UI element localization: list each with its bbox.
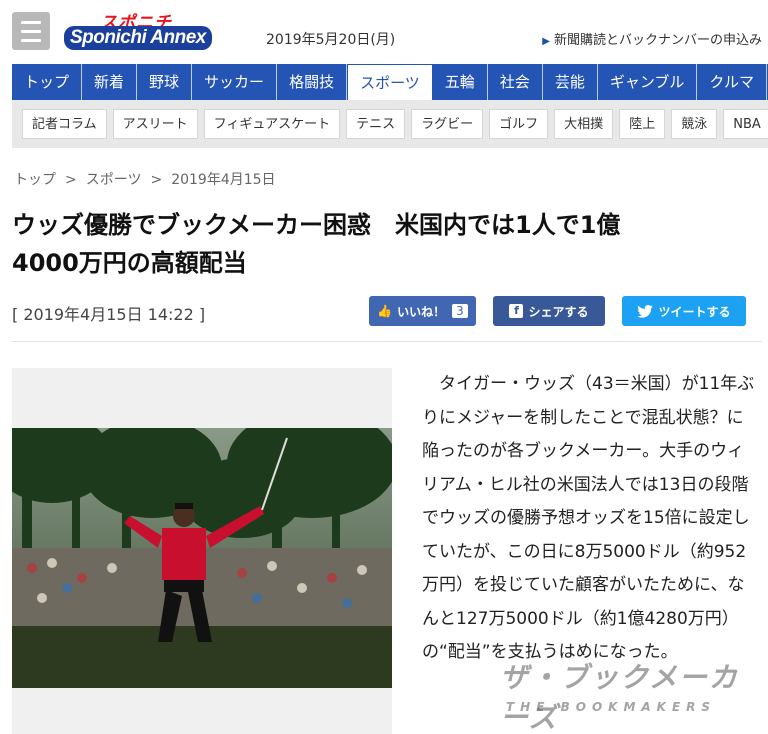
site-header: スポニチ Sponichi Annex 2019年5月20日(月) ▶ 新聞購読と…: [0, 0, 768, 64]
tweet-button[interactable]: ツイートする: [622, 296, 746, 326]
nav-item[interactable]: スポーツ: [347, 64, 433, 100]
subscribe-link[interactable]: ▶ 新聞購読とバックナンバーの申込み: [542, 29, 762, 48]
article-body: タイガー・ウッズ（43＝米国）が11年ぶりにメジャーを制したことで混乱状態？に陥…: [422, 374, 755, 662]
subnav-chip[interactable]: 記者コラム: [22, 109, 107, 139]
facebook-icon: f: [509, 304, 524, 318]
subnav-chip[interactable]: 大相撲: [554, 109, 614, 139]
subnav-chip[interactable]: フィギュアスケート: [203, 109, 341, 139]
nav-item[interactable]: 芸能: [543, 64, 598, 100]
breadcrumb: トップ > スポーツ >2019年4月15日: [14, 169, 276, 189]
nav-item[interactable]: 五輪: [433, 64, 488, 100]
breadcrumb-top[interactable]: トップ: [14, 172, 56, 188]
nav-item[interactable]: トップ: [12, 64, 83, 100]
breadcrumb-sep: >: [65, 172, 77, 188]
breadcrumb-sep: >: [150, 172, 163, 188]
tweet-label: ツイートする: [658, 304, 731, 319]
page-title: ウッズ優勝でブックメーカー困惑 米国内では1人で1億 4000万円の高額配当: [12, 206, 752, 282]
title-line-1: ウッズ優勝でブックメーカー困惑 米国内では1人で1億: [12, 211, 621, 239]
nav-item[interactable]: サッカー: [192, 64, 278, 100]
subnav-chip[interactable]: アスリート: [112, 109, 198, 139]
logo-wordmark: Sponichi Annex: [64, 26, 212, 50]
facebook-share-button[interactable]: f シェアする: [493, 296, 605, 326]
breadcrumb-date: 2019年4月15日: [171, 172, 276, 188]
golfer-celebration-image: [12, 428, 392, 688]
subnav-chip[interactable]: テニス: [346, 109, 406, 139]
subnav-chip[interactable]: NBA: [723, 109, 768, 139]
subnav-chip[interactable]: 競泳: [671, 109, 718, 139]
nav-item[interactable]: 格闘技: [277, 64, 348, 100]
site-logo[interactable]: スポニチ Sponichi Annex: [64, 8, 254, 56]
watermark-en: THE BOOKMAKERS: [506, 700, 717, 714]
nav-item[interactable]: 野球: [137, 64, 193, 100]
triangle-right-icon: ▶: [542, 36, 550, 47]
subnav-chip[interactable]: ゴルフ: [489, 109, 549, 139]
divider: [12, 341, 762, 342]
breadcrumb-sports[interactable]: スポーツ: [86, 172, 142, 188]
like-count: 3: [452, 304, 468, 318]
nav-item[interactable]: 社会: [488, 64, 543, 100]
article-photo[interactable]: [12, 368, 392, 734]
header-date: 2019年5月20日(月): [266, 32, 396, 48]
share-label: シェアする: [528, 304, 589, 319]
thumbs-up-icon: 👍: [377, 304, 393, 318]
hamburger-menu-icon[interactable]: [12, 12, 50, 50]
title-line-2: 4000万円の高額配当: [12, 249, 247, 277]
publish-date: [ 2019年4月15日 14:22 ]: [12, 305, 206, 324]
twitter-bird-icon: [637, 304, 654, 318]
subnav-chip[interactable]: 陸上: [619, 109, 666, 139]
nav-item[interactable]: ギャンブル: [598, 64, 698, 100]
subnav-chip[interactable]: ラグビー: [411, 109, 484, 139]
nav-item[interactable]: クルマ: [697, 64, 767, 100]
like-label: いいね！: [397, 304, 446, 319]
nav-item[interactable]: 新着: [82, 64, 138, 100]
sub-nav: 記者コラム アスリート フィギュアスケート テニス ラグビー ゴルフ 大相撲 陸上 競泳 NBA: [12, 100, 768, 148]
facebook-like-button[interactable]: 👍 いいね！ 3: [369, 296, 476, 326]
main-nav: トップ 新着 野球 サッカー 格闘技 スポーツ 五輪 社会 芸能 ギャンブル クルマ: [12, 64, 768, 100]
